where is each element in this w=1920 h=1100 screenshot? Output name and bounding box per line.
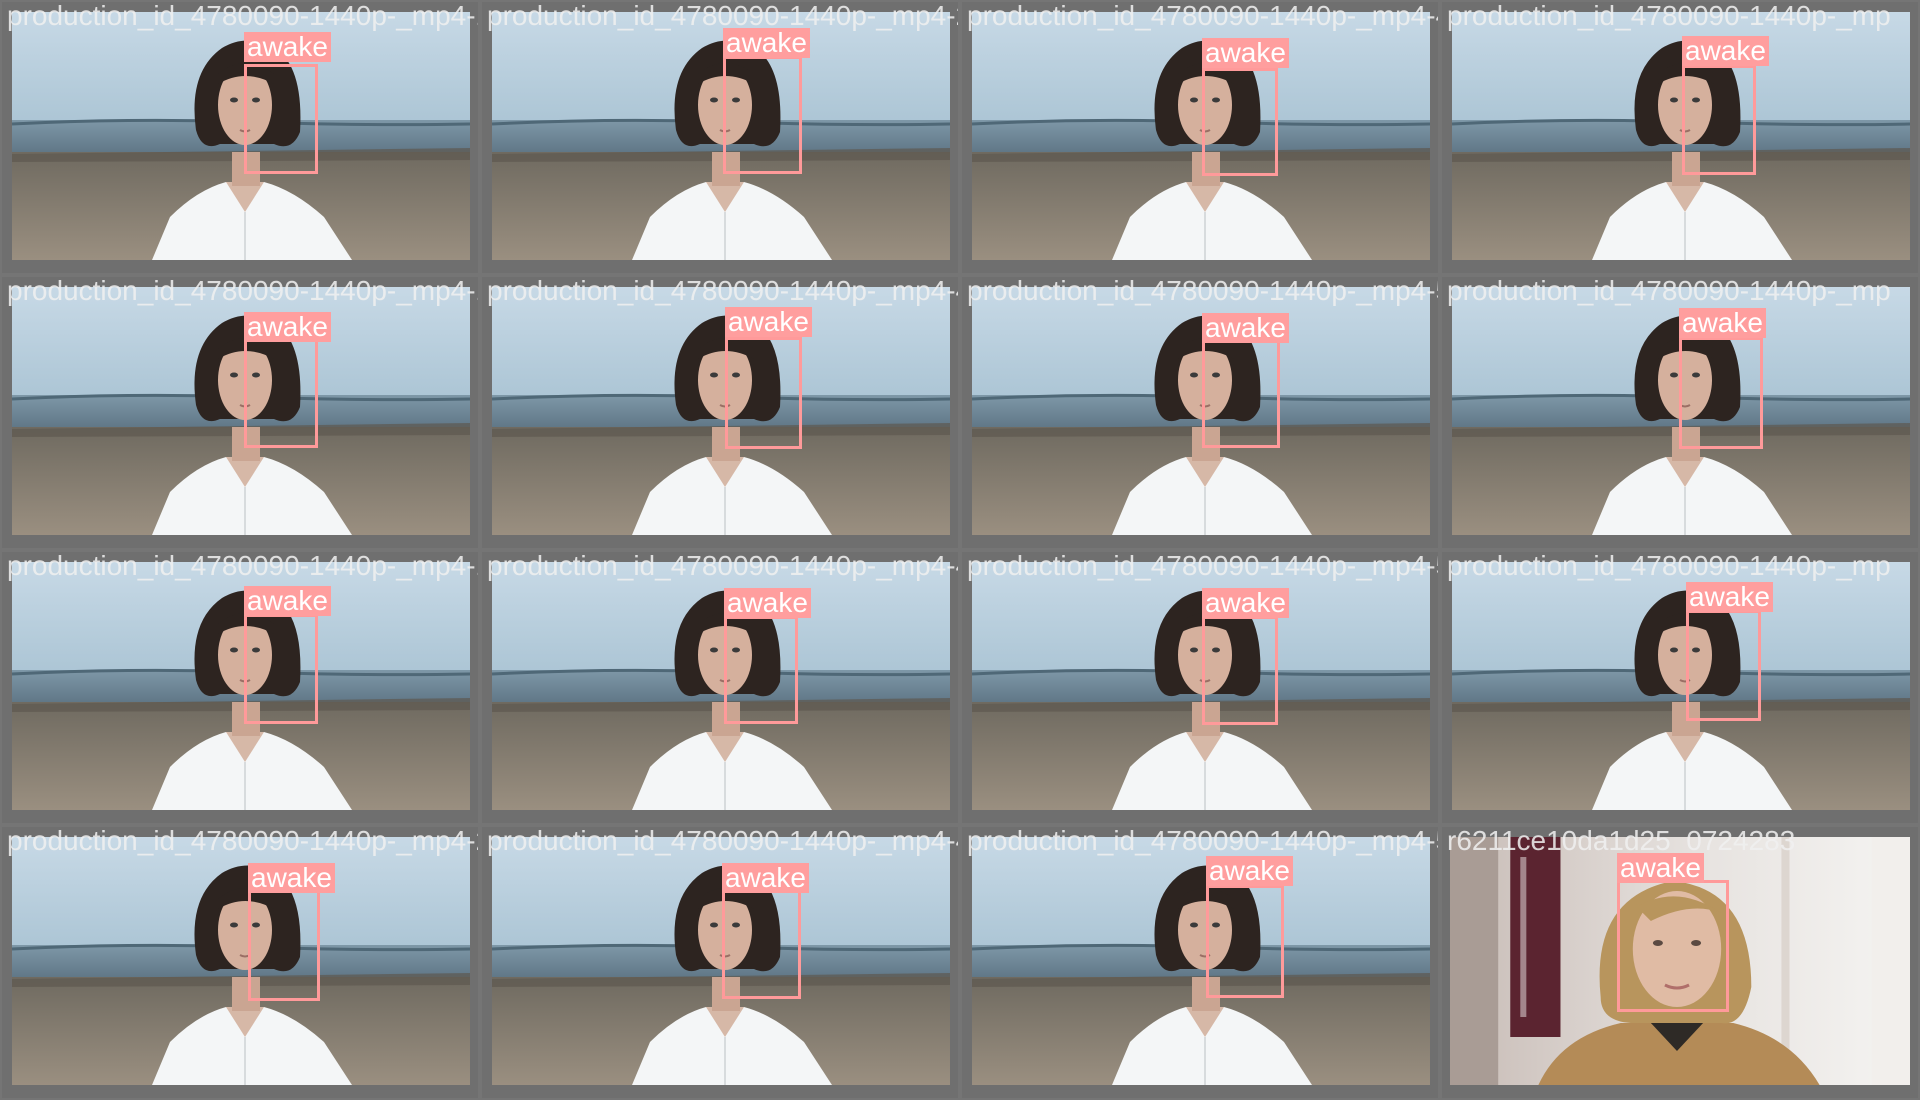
class-label: awake (723, 28, 810, 58)
frame-image (972, 837, 1430, 1085)
filename-label: production_id_4780090-1440p-_mp (1447, 277, 1891, 306)
frame-image (492, 12, 950, 260)
image-tile: production_id_4780090-1440p-_mp4-27_jpga… (482, 2, 958, 273)
class-label: awake (248, 863, 335, 893)
frame-image (1452, 562, 1910, 810)
bounding-box (244, 339, 318, 448)
filename-label: production_id_4780090-1440p-_mp (1447, 552, 1891, 581)
class-label: awake (244, 32, 331, 62)
class-label: awake (1202, 38, 1289, 68)
frame-image (12, 12, 470, 260)
frame-image (972, 12, 1430, 260)
class-label: awake (1679, 308, 1766, 338)
image-tile: production_id_4780090-1440p-_mp4-13_jpga… (2, 277, 478, 548)
bounding-box (248, 889, 320, 1001)
image-tile: production_id_4780090-1440p-_mp4-15_jpga… (2, 552, 478, 823)
detection-grid: production_id_4780090-1440p-_mp4-10_jpga… (0, 0, 1920, 1100)
filename-label: production_id_4780090-1440p-_mp4-51_jpg (967, 552, 1438, 581)
filename-label: production_id_4780090-1440p-_mp4-5_jpg (967, 827, 1438, 856)
frame-image (972, 562, 1430, 810)
frame-image (972, 287, 1430, 535)
bounding-box (723, 56, 802, 174)
filename-label: production_id_4780090-1440p-_mp4-2_jpg (7, 827, 478, 856)
frame-image (1452, 12, 1910, 260)
frame-image (492, 562, 950, 810)
bounding-box (1679, 337, 1763, 449)
bounding-box (1682, 65, 1756, 175)
frame-image (492, 837, 950, 1085)
bounding-box (244, 64, 318, 174)
image-tile: production_id_4780090-1440p-_mp4-41_jpga… (482, 552, 958, 823)
bounding-box (724, 616, 798, 724)
filename-label: production_id_4780090-1440p-_mp (1447, 2, 1891, 31)
bounding-box (1617, 880, 1729, 1012)
bounding-box (1202, 616, 1278, 725)
class-label: awake (1617, 853, 1704, 883)
class-label: awake (725, 307, 812, 337)
filename-label: production_id_4780090-1440p-_mp4-50_jpg (967, 277, 1438, 306)
class-label: awake (244, 312, 331, 342)
bounding-box (1202, 338, 1280, 448)
bounding-box (244, 614, 318, 724)
filename-label: production_id_4780090-1440p-_mp4-48_jpg (967, 2, 1438, 31)
bounding-box (722, 889, 801, 999)
image-tile: production_id_4780090-1440p-_mp4-40_jpga… (482, 277, 958, 548)
bounding-box (725, 337, 802, 449)
class-label: awake (724, 588, 811, 618)
image-tile: r6211ce10da1d25_0724283 awake (1442, 827, 1918, 1098)
image-tile: production_id_4780090-1440p-_mp4-48_jpga… (962, 2, 1438, 273)
filename-label: production_id_4780090-1440p-_mp4-41_jpg (487, 552, 958, 581)
class-label: awake (722, 863, 809, 893)
filename-label: production_id_4780090-1440p-_mp4-45_jpg (487, 827, 958, 856)
frame-image (12, 287, 470, 535)
class-label: awake (1206, 856, 1293, 886)
filename-label: r6211ce10da1d25_0724283 (1447, 827, 1796, 856)
bounding-box (1206, 885, 1284, 998)
filename-label: production_id_4780090-1440p-_mp4-15_jpg (7, 552, 478, 581)
frame-image (492, 287, 950, 535)
image-tile: production_id_4780090-1440p-_mp4-10_jpga… (2, 2, 478, 273)
class-label: awake (1682, 36, 1769, 66)
filename-label: production_id_4780090-1440p-_mp4-27_jpg (487, 2, 958, 31)
frame-image (12, 562, 470, 810)
frame-image (12, 837, 470, 1085)
class-label: awake (244, 586, 331, 616)
class-label: awake (1686, 582, 1773, 612)
image-tile: production_id_4780090-1440p-_mp awake (1442, 552, 1918, 823)
image-tile: production_id_4780090-1440p-_mp awake (1442, 277, 1918, 548)
bounding-box (1202, 68, 1278, 176)
filename-label: production_id_4780090-1440p-_mp4-13_jpg (7, 277, 478, 306)
image-tile: production_id_4780090-1440p-_mp4-45_jpga… (482, 827, 958, 1098)
class-label: awake (1202, 313, 1289, 343)
image-tile: production_id_4780090-1440p-_mp4-5_jpgaw… (962, 827, 1438, 1098)
class-label: awake (1202, 588, 1289, 618)
filename-label: production_id_4780090-1440p-_mp4-10_jpg (7, 2, 478, 31)
image-tile: production_id_4780090-1440p-_mpawake (1442, 2, 1918, 273)
filename-label: production_id_4780090-1440p-_mp4-40_jpg (487, 277, 958, 306)
bounding-box (1686, 610, 1761, 721)
image-tile: production_id_4780090-1440p-_mp4-51_jpga… (962, 552, 1438, 823)
image-tile: production_id_4780090-1440p-_mp4-50_jpga… (962, 277, 1438, 548)
image-tile: production_id_4780090-1440p-_mp4-2_jpgaw… (2, 827, 478, 1098)
